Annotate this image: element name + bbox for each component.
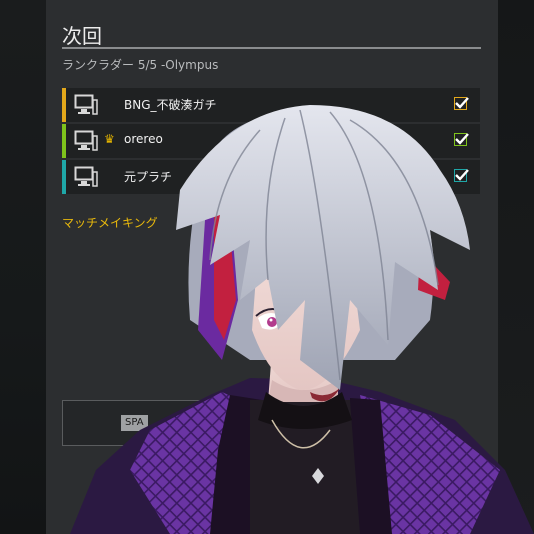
checkbox-checked-icon[interactable]: [454, 169, 469, 182]
player-name: orereo: [124, 132, 163, 146]
mode-subtitle: ランクラダー 5/5 -Olympus: [62, 58, 219, 72]
checkbox-checked-icon[interactable]: [454, 97, 469, 110]
background-right: [494, 0, 534, 534]
player-name: 元プラチ: [124, 170, 173, 184]
spa-key-chip: SPA: [121, 415, 148, 431]
spa-button[interactable]: SPA: [62, 400, 202, 446]
row-accent-bar: [62, 160, 66, 194]
row-accent-bar: [62, 124, 66, 158]
computer-icon: [74, 94, 98, 115]
player-name: BNG_不破湊ガチ: [124, 98, 217, 112]
crown-icon: ♛: [104, 132, 115, 146]
computer-icon: [74, 166, 98, 187]
squad-member-row[interactable]: ♛ orereo: [62, 124, 480, 158]
title-divider: [62, 47, 481, 49]
squad-member-row[interactable]: BNG_不破湊ガチ: [62, 88, 480, 122]
panel-title: 次回: [62, 24, 102, 48]
matchmaking-label: マッチメイキング: [62, 216, 158, 230]
background-left: [0, 0, 50, 534]
checkbox-checked-icon[interactable]: [454, 133, 469, 146]
row-accent-bar: [62, 88, 66, 122]
squad-member-row[interactable]: 元プラチ: [62, 160, 480, 194]
computer-icon: [74, 130, 98, 151]
lobby-panel: 次回 ランクラダー 5/5 -Olympus BNG_不破湊ガチ ♛ orere…: [46, 0, 498, 534]
